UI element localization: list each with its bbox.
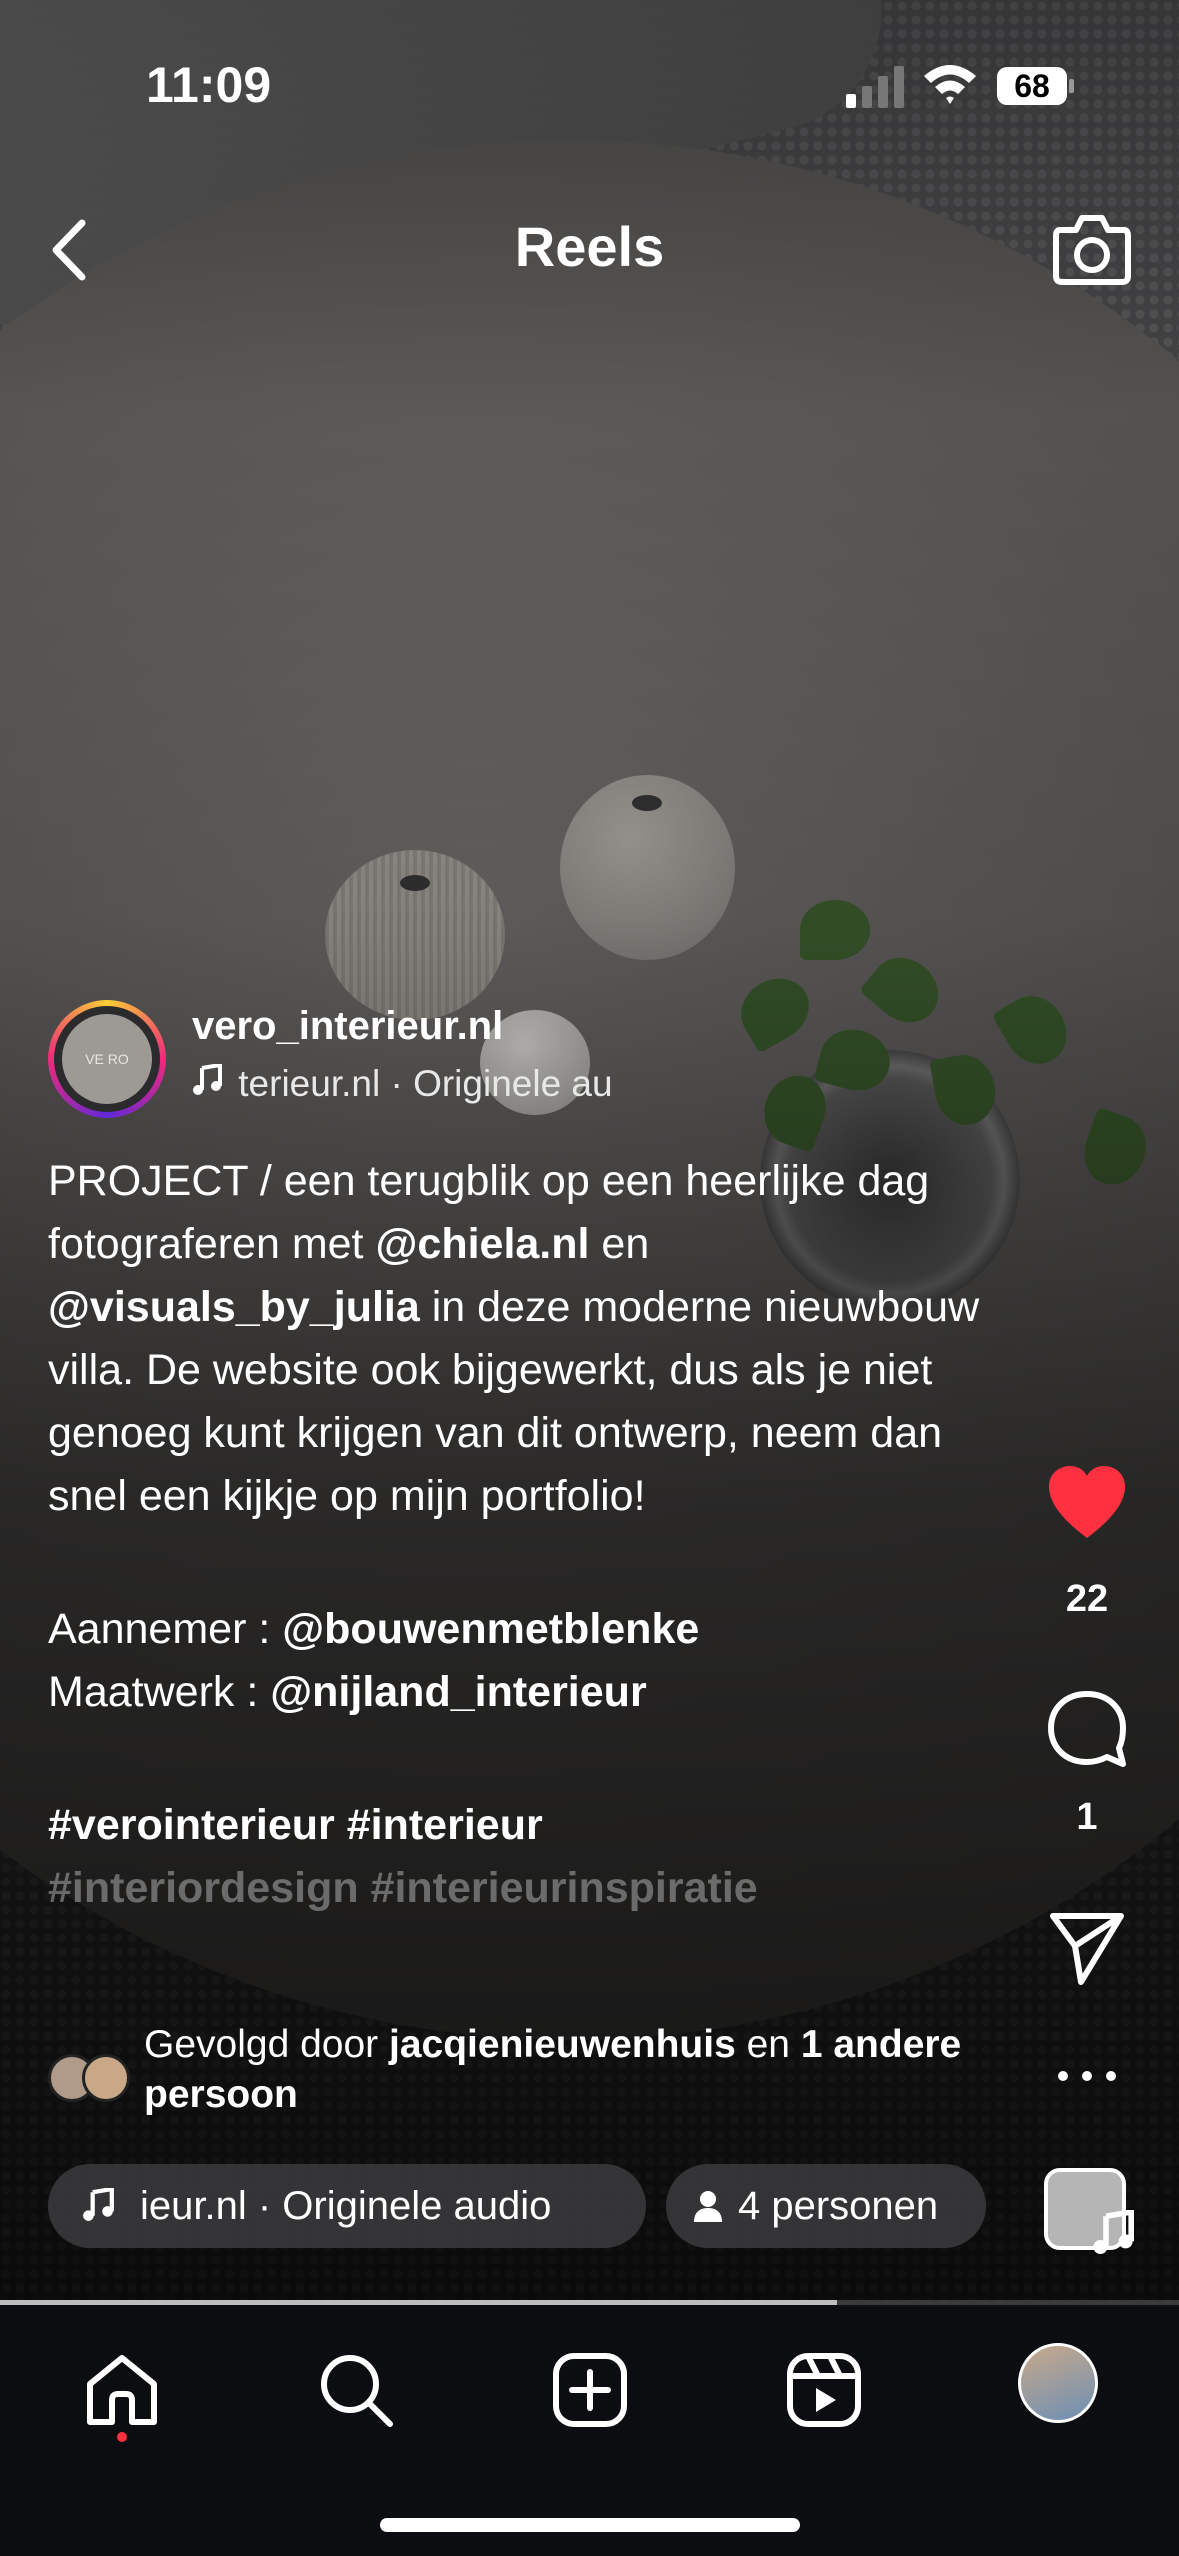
mention-link[interactable]: @bouwenmetblenke	[282, 1605, 699, 1653]
reels-icon[interactable]	[784, 2350, 864, 2430]
followed-mid: en	[735, 2023, 801, 2066]
caption-paragraph: Maatwerk : @nijland_interieur	[48, 1661, 1008, 1724]
hashtag-link[interactable]: #interiordesign #interieurinspiratie	[48, 1864, 758, 1912]
comment-count[interactable]: 1	[1045, 1796, 1129, 1839]
tagged-people-pill[interactable]: 4 personen	[666, 2164, 986, 2248]
music-note-icon	[192, 1063, 228, 1105]
status-bar: 11:09 68	[0, 0, 1179, 140]
music-note-icon	[1093, 2210, 1134, 2254]
signal-icon	[846, 66, 904, 108]
hashtag-link[interactable]: #verointerieur #interieur	[48, 1801, 543, 1849]
home-indicator	[380, 2518, 800, 2532]
tagged-people-label: 4 personen	[738, 2184, 939, 2228]
battery-icon: 68	[996, 66, 1076, 106]
caption-paragraph: Aannemer : @bouwenmetblenke	[48, 1598, 1008, 1661]
audio-line[interactable]: terieur.nl · Originele au	[192, 1063, 682, 1105]
caption-paragraph: PROJECT / een terugblik op een heerlijke…	[48, 1150, 1008, 1528]
author-avatar[interactable]: VE RO	[48, 1000, 166, 1118]
caption-text: en	[589, 1220, 650, 1268]
battery-level: 68	[1014, 68, 1050, 104]
mention-link[interactable]: @visuals_by_julia	[48, 1283, 420, 1331]
followed-prefix: Gevolgd door	[144, 2023, 389, 2066]
send-icon[interactable]	[1045, 1910, 1129, 1986]
caption[interactable]: PROJECT / een terugblik op een heerlijke…	[48, 1150, 1008, 1920]
page-title: Reels	[514, 215, 665, 278]
more-icon[interactable]	[1045, 2064, 1129, 2088]
caption-paragraph: #interiordesign #interieurinspiratie	[48, 1857, 1008, 1920]
author-avatar-logo: VE RO	[62, 1014, 152, 1104]
heart-icon[interactable]	[1045, 1464, 1129, 1544]
like-count[interactable]: 22	[1045, 1578, 1129, 1621]
audio-pill-label: ieur.nl · Originele audio	[140, 2184, 552, 2228]
music-note-icon	[83, 2188, 114, 2221]
followed-by[interactable]: Gevolgd door jacqienieuwenhuis en 1 ande…	[144, 2020, 964, 2120]
caption-text: Maatwerk :	[48, 1668, 271, 1716]
home-active-dot	[117, 2432, 127, 2442]
comment-icon[interactable]	[1045, 1688, 1129, 1772]
home-icon[interactable]	[82, 2350, 162, 2430]
camera-icon[interactable]	[1052, 210, 1132, 286]
wifi-icon	[924, 65, 976, 104]
status-time: 11:09	[146, 57, 272, 113]
audio-pill[interactable]: ieur.nl · Originele audio	[48, 2164, 646, 2248]
audio-line-text: terieur.nl · Originele au	[238, 1063, 613, 1104]
mention-link[interactable]: @nijland_interieur	[270, 1668, 646, 1716]
mention-link[interactable]: @chiela.nl	[375, 1220, 589, 1268]
create-icon[interactable]	[550, 2350, 630, 2430]
author-username[interactable]: vero_interieur.nl	[192, 1004, 503, 1049]
followed-user[interactable]: jacqienieuwenhuis	[389, 2023, 736, 2066]
follower-avatar	[82, 2054, 130, 2102]
caption-text: Aannemer :	[48, 1605, 283, 1653]
search-icon[interactable]	[316, 2350, 396, 2430]
profile-avatar[interactable]	[1018, 2343, 1098, 2423]
caption-paragraph: #verointerieur #interieur	[48, 1794, 1008, 1857]
person-icon	[694, 2191, 722, 2222]
